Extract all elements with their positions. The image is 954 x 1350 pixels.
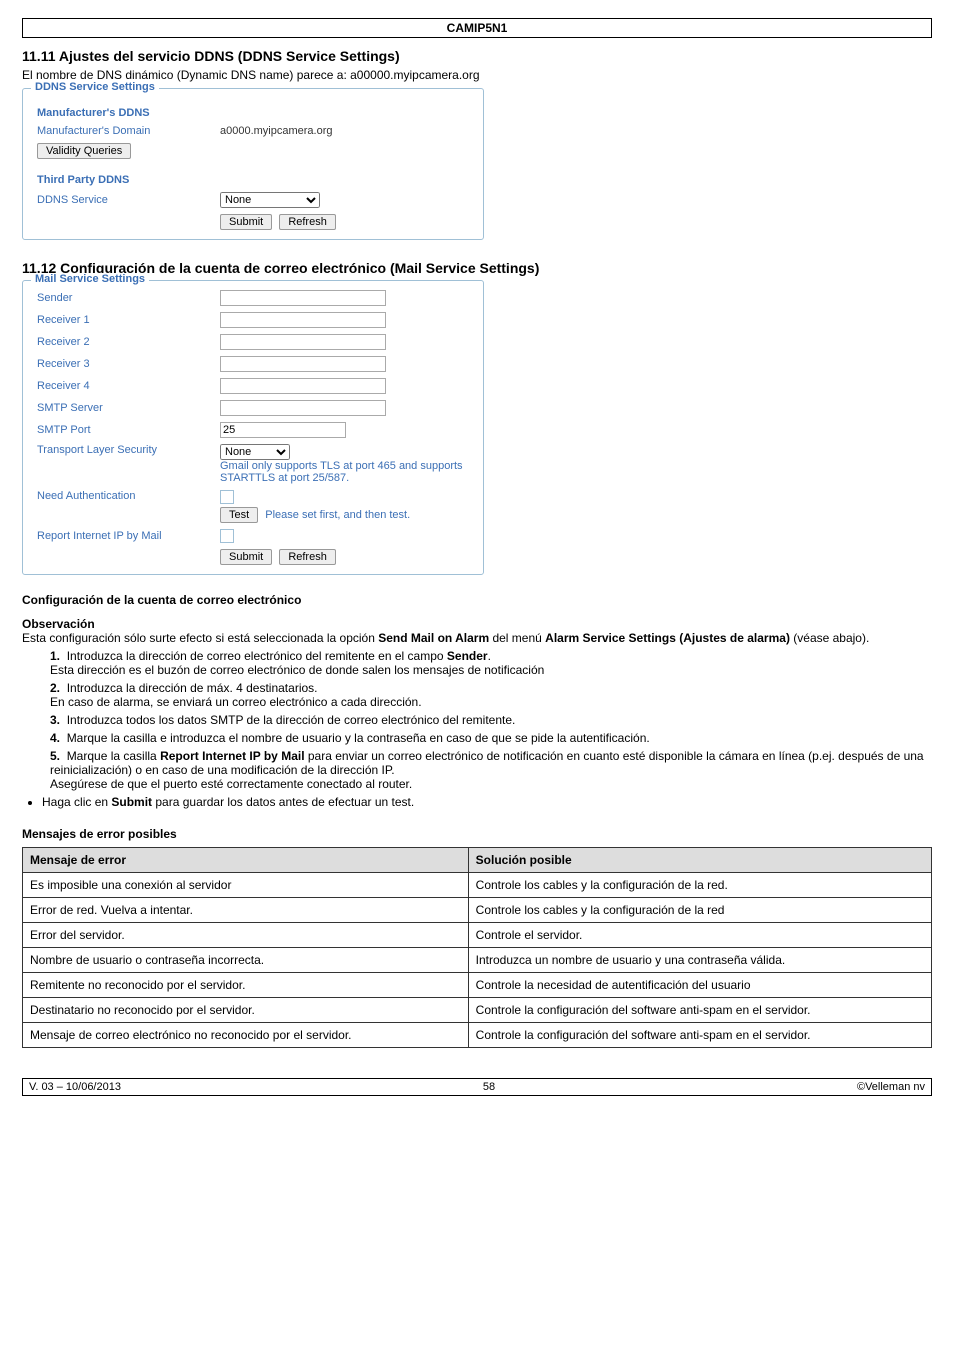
table-row: Es imposible una conexión al servidorCon… bbox=[23, 873, 932, 898]
sender-input[interactable] bbox=[220, 290, 386, 306]
mail-submit-button[interactable]: Submit bbox=[220, 549, 272, 565]
ddns-refresh-button[interactable]: Refresh bbox=[279, 214, 336, 230]
page-footer: V. 03 – 10/06/2013 58 ©Velleman nv bbox=[22, 1078, 932, 1096]
bullet-submit: Haga clic en Submit para guardar los dat… bbox=[42, 795, 932, 809]
step-1: 1. Introduzca la dirección de correo ele… bbox=[50, 649, 932, 677]
mail-panel: Mail Service Settings Sender Receiver 1 … bbox=[22, 280, 484, 575]
smtp-server-input[interactable] bbox=[220, 400, 386, 416]
mail-panel-title: Mail Service Settings bbox=[31, 273, 149, 285]
section-heading-1112: 11.12 Configuración de la cuenta de corr… bbox=[22, 260, 932, 276]
receiver4-label: Receiver 4 bbox=[33, 375, 216, 397]
table-row: Mensaje de correo electrónico no reconoc… bbox=[23, 1023, 932, 1048]
table-row: Error de red. Vuelva a intentar.Controle… bbox=[23, 898, 932, 923]
ddns-panel-title: DDNS Service Settings bbox=[31, 81, 159, 93]
table-row: Destinatario no reconocido por el servid… bbox=[23, 998, 932, 1023]
steps-list: 1. Introduzca la dirección de correo ele… bbox=[50, 649, 932, 791]
error-messages-heading: Mensajes de error posibles bbox=[22, 827, 932, 841]
need-auth-checkbox[interactable] bbox=[220, 490, 234, 504]
section-heading-1111: 11.11 Ajustes del servicio DDNS (DDNS Se… bbox=[22, 48, 932, 64]
ddns-panel: DDNS Service Settings Manufacturer's DDN… bbox=[22, 88, 484, 240]
observation-label: Observación bbox=[22, 617, 932, 631]
observation-paragraph: Esta configuración sólo surte efecto si … bbox=[22, 631, 932, 645]
manufacturer-ddns-heading: Manufacturer's DDNS bbox=[33, 95, 473, 122]
footer-page-number: 58 bbox=[483, 1081, 495, 1093]
bullet-list: Haga clic en Submit para guardar los dat… bbox=[42, 795, 932, 809]
tls-select[interactable]: None bbox=[220, 444, 290, 460]
tls-label: Transport Layer Security bbox=[33, 441, 216, 487]
ddns-submit-button[interactable]: Submit bbox=[220, 214, 272, 230]
receiver2-label: Receiver 2 bbox=[33, 331, 216, 353]
page-header: CAMIP5N1 bbox=[22, 18, 932, 38]
ddns-service-label: DDNS Service bbox=[33, 189, 216, 211]
receiver1-input[interactable] bbox=[220, 312, 386, 328]
sender-label: Sender bbox=[33, 287, 216, 309]
need-auth-label: Need Authentication bbox=[33, 487, 216, 526]
table-row: Nombre de usuario o contraseña incorrect… bbox=[23, 948, 932, 973]
table-row: Error del servidor.Controle el servidor. bbox=[23, 923, 932, 948]
smtp-server-label: SMTP Server bbox=[33, 397, 216, 419]
err-header-1: Mensaje de error bbox=[23, 848, 469, 873]
step-5: 5. Marque la casilla Report Internet IP … bbox=[50, 749, 932, 791]
footer-version: V. 03 – 10/06/2013 bbox=[29, 1081, 121, 1093]
test-note: Please set first, and then test. bbox=[265, 509, 410, 521]
error-table: Mensaje de error Solución posible Es imp… bbox=[22, 847, 932, 1048]
step-2: 2. Introduzca la dirección de máx. 4 des… bbox=[50, 681, 932, 709]
third-party-ddns-heading: Third Party DDNS bbox=[33, 162, 473, 189]
mail-refresh-button[interactable]: Refresh bbox=[279, 549, 336, 565]
tls-note: Gmail only supports TLS at port 465 and … bbox=[220, 460, 463, 484]
receiver3-label: Receiver 3 bbox=[33, 353, 216, 375]
receiver1-label: Receiver 1 bbox=[33, 309, 216, 331]
smtp-port-label: SMTP Port bbox=[33, 419, 216, 441]
test-button[interactable]: Test bbox=[220, 507, 258, 523]
receiver4-input[interactable] bbox=[220, 378, 386, 394]
step-4: 4. Marque la casilla e introduzca el nom… bbox=[50, 731, 932, 745]
err-header-2: Solución posible bbox=[468, 848, 931, 873]
receiver2-input[interactable] bbox=[220, 334, 386, 350]
report-ip-label: Report Internet IP by Mail bbox=[33, 526, 216, 546]
table-row: Remitente no reconocido por el servidor.… bbox=[23, 973, 932, 998]
manufacturer-domain-value: a0000.myipcamera.org bbox=[216, 122, 473, 140]
ddns-service-select[interactable]: None bbox=[220, 192, 320, 208]
smtp-port-input[interactable] bbox=[220, 422, 346, 438]
intro-text-1111: El nombre de DNS dinámico (Dynamic DNS n… bbox=[22, 68, 932, 82]
report-ip-checkbox[interactable] bbox=[220, 529, 234, 543]
receiver3-input[interactable] bbox=[220, 356, 386, 372]
config-subheading: Configuración de la cuenta de correo ele… bbox=[22, 593, 932, 607]
step-3: 3. Introduzca todos los datos SMTP de la… bbox=[50, 713, 932, 727]
validity-queries-button[interactable]: Validity Queries bbox=[37, 143, 131, 159]
manufacturer-domain-label: Manufacturer's Domain bbox=[33, 122, 216, 140]
footer-copyright: ©Velleman nv bbox=[857, 1081, 925, 1093]
